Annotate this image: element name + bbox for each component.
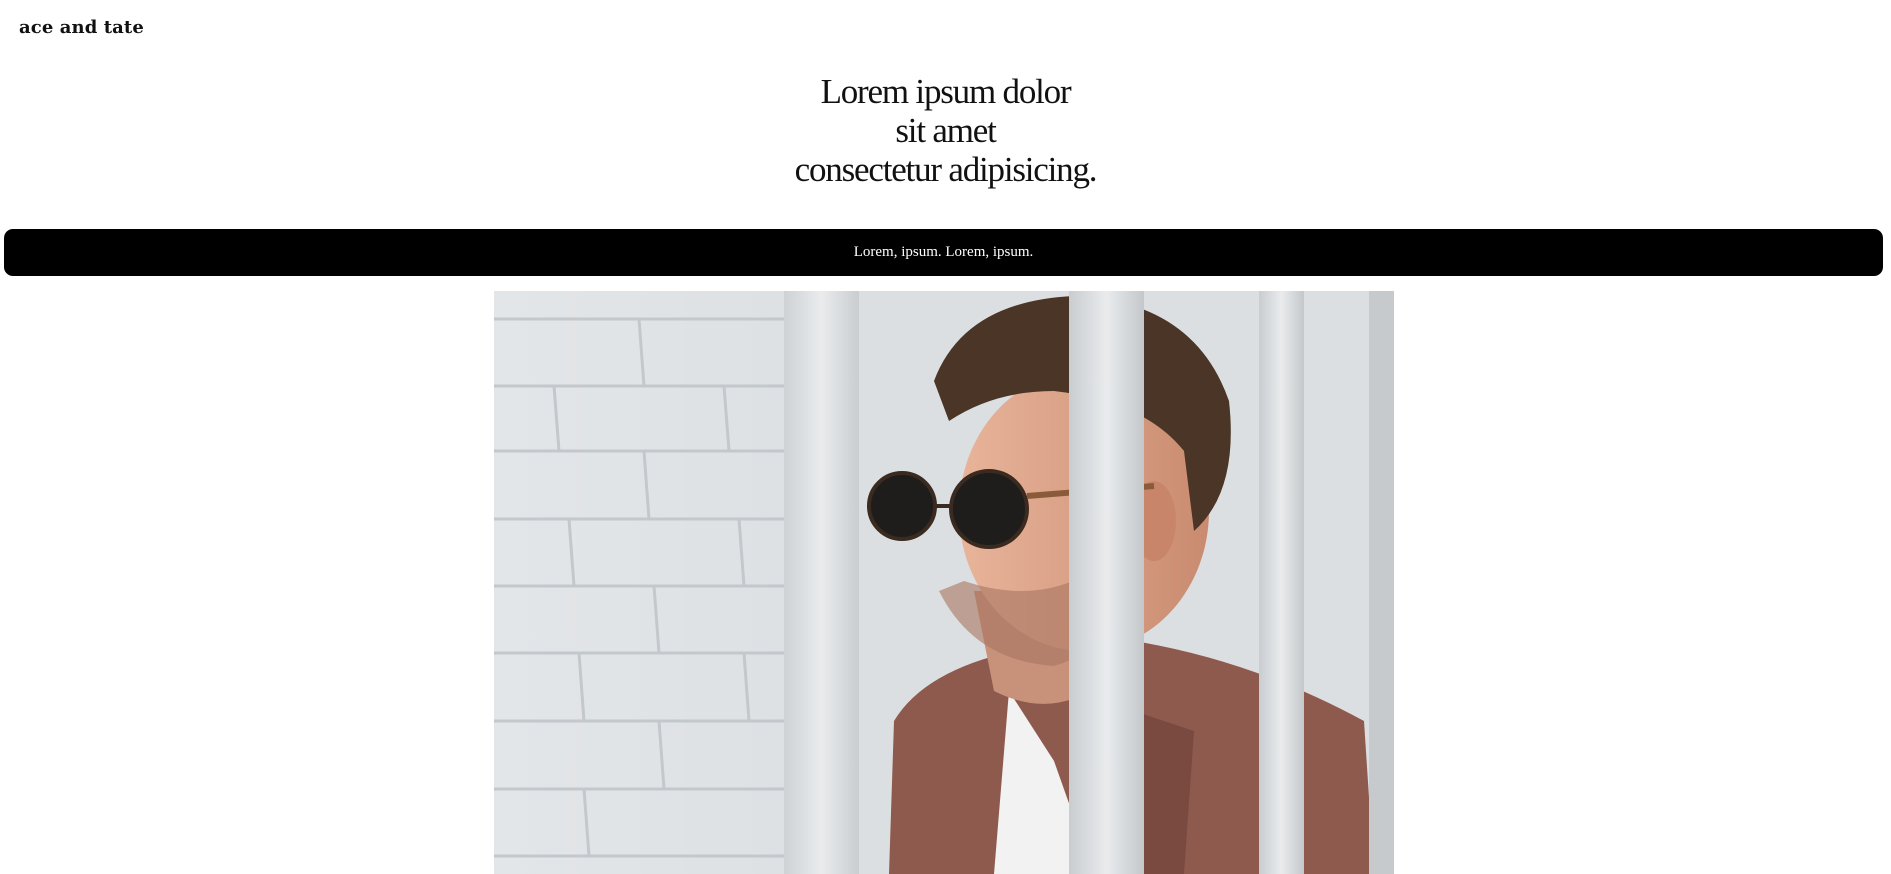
page-headline: Lorem ipsum dolor sit amet consectetur a… <box>0 72 1891 189</box>
headline-line-1: Lorem ipsum dolor <box>820 72 1072 111</box>
headline-line-3: consectetur adipisicing. <box>794 150 1098 189</box>
announcement-banner[interactable]: Lorem, ipsum. Lorem, ipsum. <box>4 229 1883 276</box>
headline-line-2: sit amet <box>895 111 996 150</box>
hero-photo-illustration <box>494 291 1394 874</box>
page: ace and tate Lorem ipsum dolor sit amet … <box>0 0 1891 874</box>
hero-image <box>494 291 1394 874</box>
banner-text: Lorem, ipsum. Lorem, ipsum. <box>853 244 1034 260</box>
brand-logo[interactable]: ace and tate <box>19 17 144 38</box>
